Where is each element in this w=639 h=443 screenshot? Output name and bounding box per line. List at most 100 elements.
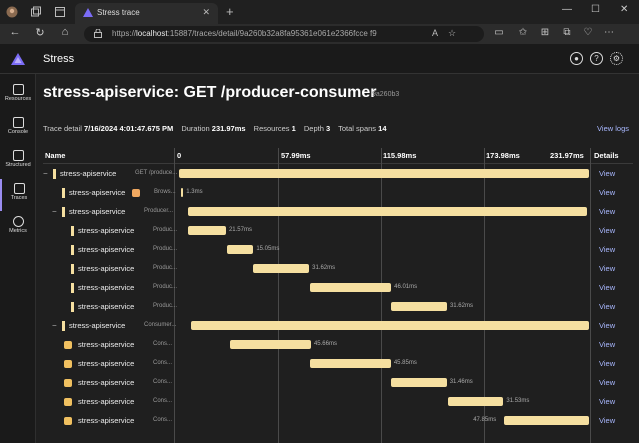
view-span-link[interactable]: View — [599, 302, 615, 311]
sidebar-item-structured[interactable]: Structured — [0, 146, 36, 178]
span-duration-label: 31.62ms — [449, 303, 473, 309]
browser-tab-stress-trace[interactable]: Stress trace ✕ — [75, 3, 218, 24]
span-operation-name: Produc... — [153, 246, 178, 252]
refresh-icon[interactable]: ↻ — [33, 26, 47, 39]
span-duration-bar[interactable] — [191, 321, 590, 330]
profile-icon[interactable] — [6, 6, 18, 18]
sidebar-item-label: Console — [7, 129, 29, 135]
read-aloud-icon[interactable]: A — [432, 28, 438, 38]
span-duration-label: 31.62ms — [312, 265, 336, 271]
lock-icon[interactable] — [94, 29, 102, 38]
span-duration-bar[interactable] — [187, 207, 588, 216]
consumer-span-icon — [64, 341, 72, 349]
collapse-toggle-icon[interactable]: − — [43, 169, 48, 178]
home-icon[interactable]: ⌂ — [58, 26, 72, 38]
view-span-link[interactable]: View — [599, 340, 615, 349]
back-icon[interactable]: ← — [8, 26, 22, 38]
span-operation-name: Cons... — [153, 360, 173, 366]
span-row[interactable]: stress-apiservice Cons... 47.85ms View — [43, 412, 633, 431]
duration-value: 231.97ms — [211, 124, 246, 133]
span-duration-bar[interactable] — [391, 378, 447, 387]
resource-color-bar — [71, 283, 74, 293]
span-row[interactable]: stress-apiservice Cons... 31.46ms View — [43, 374, 633, 393]
close-tab-icon[interactable]: ✕ — [202, 7, 210, 18]
span-row[interactable]: stress-apiservice Produc... 46.01ms View — [43, 279, 633, 298]
view-span-link[interactable]: View — [599, 245, 615, 254]
span-duration-bar[interactable] — [226, 245, 254, 254]
span-duration-bar[interactable] — [447, 397, 504, 406]
url-text[interactable]: https://localhost:15887/traces/detail/9a… — [112, 29, 377, 38]
span-duration-bar[interactable] — [253, 264, 310, 273]
minimize-icon[interactable]: — — [562, 4, 572, 15]
help-icon[interactable]: ? — [590, 52, 603, 65]
collections-icon[interactable]: ⊞ — [538, 27, 552, 38]
settings-gear-icon[interactable]: ⚙ — [610, 52, 623, 65]
new-tab-button[interactable]: + — [226, 4, 234, 19]
span-duration-bar[interactable] — [230, 340, 311, 349]
span-duration-bar[interactable] — [309, 283, 392, 292]
sidebar-item-metrics[interactable]: Metrics — [0, 212, 36, 244]
span-duration-bar[interactable] — [391, 302, 447, 311]
resource-color-bar — [62, 321, 65, 331]
view-span-link[interactable]: View — [599, 226, 615, 235]
view-span-link[interactable]: View — [599, 188, 615, 197]
span-duration-bar[interactable] — [179, 169, 589, 178]
consumer-span-icon — [64, 417, 72, 425]
sidebar-item-traces[interactable]: Traces — [0, 179, 36, 211]
workspaces-icon[interactable] — [30, 6, 42, 18]
github-icon[interactable]: ● — [570, 52, 583, 65]
span-operation-name: Produc... — [153, 303, 178, 309]
collapse-toggle-icon[interactable]: − — [52, 207, 57, 216]
span-duration-bar[interactable] — [309, 359, 391, 368]
sidebar-item-label: Traces — [10, 195, 28, 201]
view-span-link[interactable]: View — [599, 264, 615, 273]
maximize-icon[interactable]: ☐ — [591, 4, 600, 15]
view-span-link[interactable]: View — [599, 169, 615, 178]
column-header-details[interactable]: Details — [594, 151, 619, 160]
span-row[interactable]: stress-apiservice Cons... 45.66ms View — [43, 336, 633, 355]
span-row[interactable]: stress-apiservice Produc... 21.57ms View — [43, 222, 633, 241]
span-service-name: stress-apiservice — [78, 264, 135, 273]
span-duration-bar[interactable] — [187, 226, 226, 235]
span-duration-bar[interactable] — [504, 416, 589, 425]
resource-color-bar — [62, 207, 65, 217]
view-span-link[interactable]: View — [599, 397, 615, 406]
span-duration-bar[interactable] — [181, 188, 184, 197]
view-span-link[interactable]: View — [599, 359, 615, 368]
column-header-name[interactable]: Name — [45, 151, 65, 160]
sidebar-item-label: Resources — [4, 96, 32, 102]
heart-icon[interactable]: ♡ — [581, 27, 595, 38]
span-row[interactable]: − stress-apiservice Producer... View — [43, 203, 633, 222]
span-row[interactable]: stress-apiservice Cons... 31.53ms View — [43, 393, 633, 412]
favorite-star-icon[interactable]: ☆ — [448, 28, 456, 39]
span-row[interactable]: − stress-apiservice GET /produce... View — [43, 165, 633, 184]
aspire-favicon-icon — [83, 8, 93, 17]
resource-color-bar — [71, 264, 74, 274]
view-logs-link[interactable]: View logs — [597, 124, 629, 133]
view-span-link[interactable]: View — [599, 416, 615, 425]
address-bar[interactable]: https://localhost:15887/traces/detail/9a… — [84, 26, 484, 42]
span-operation-name: Producer... — [144, 208, 174, 214]
view-span-link[interactable]: View — [599, 378, 615, 387]
split-screen-icon[interactable]: ▭ — [492, 27, 506, 38]
sidebar-item-console[interactable]: Console — [0, 113, 36, 145]
span-row[interactable]: stress-apiservice Brows... 1.3ms View — [43, 184, 633, 203]
total-spans-value: 14 — [378, 124, 387, 133]
view-span-link[interactable]: View — [599, 321, 615, 330]
favorites-icon[interactable]: ✩ — [516, 27, 530, 38]
span-row[interactable]: stress-apiservice Produc... 31.62ms View — [43, 260, 633, 279]
extensions-icon[interactable]: ⧉ — [560, 27, 574, 38]
tab-title: Stress trace — [97, 8, 140, 17]
collapse-toggle-icon[interactable]: − — [52, 321, 57, 330]
view-span-link[interactable]: View — [599, 207, 615, 216]
span-row[interactable]: − stress-apiservice Consumer... View — [43, 317, 633, 336]
span-row[interactable]: stress-apiservice Produc... 31.62ms View — [43, 298, 633, 317]
window-close-icon[interactable]: ✕ — [620, 4, 628, 15]
aspire-logo-icon[interactable] — [11, 53, 25, 65]
view-span-link[interactable]: View — [599, 283, 615, 292]
sidebar-item-resources[interactable]: Resources — [0, 80, 36, 112]
settings-more-icon[interactable]: ⋯ — [602, 27, 616, 38]
span-row[interactable]: stress-apiservice Cons... 45.85ms View — [43, 355, 633, 374]
tab-actions-icon[interactable] — [54, 6, 66, 18]
span-row[interactable]: stress-apiservice Produc... 15.05ms View — [43, 241, 633, 260]
